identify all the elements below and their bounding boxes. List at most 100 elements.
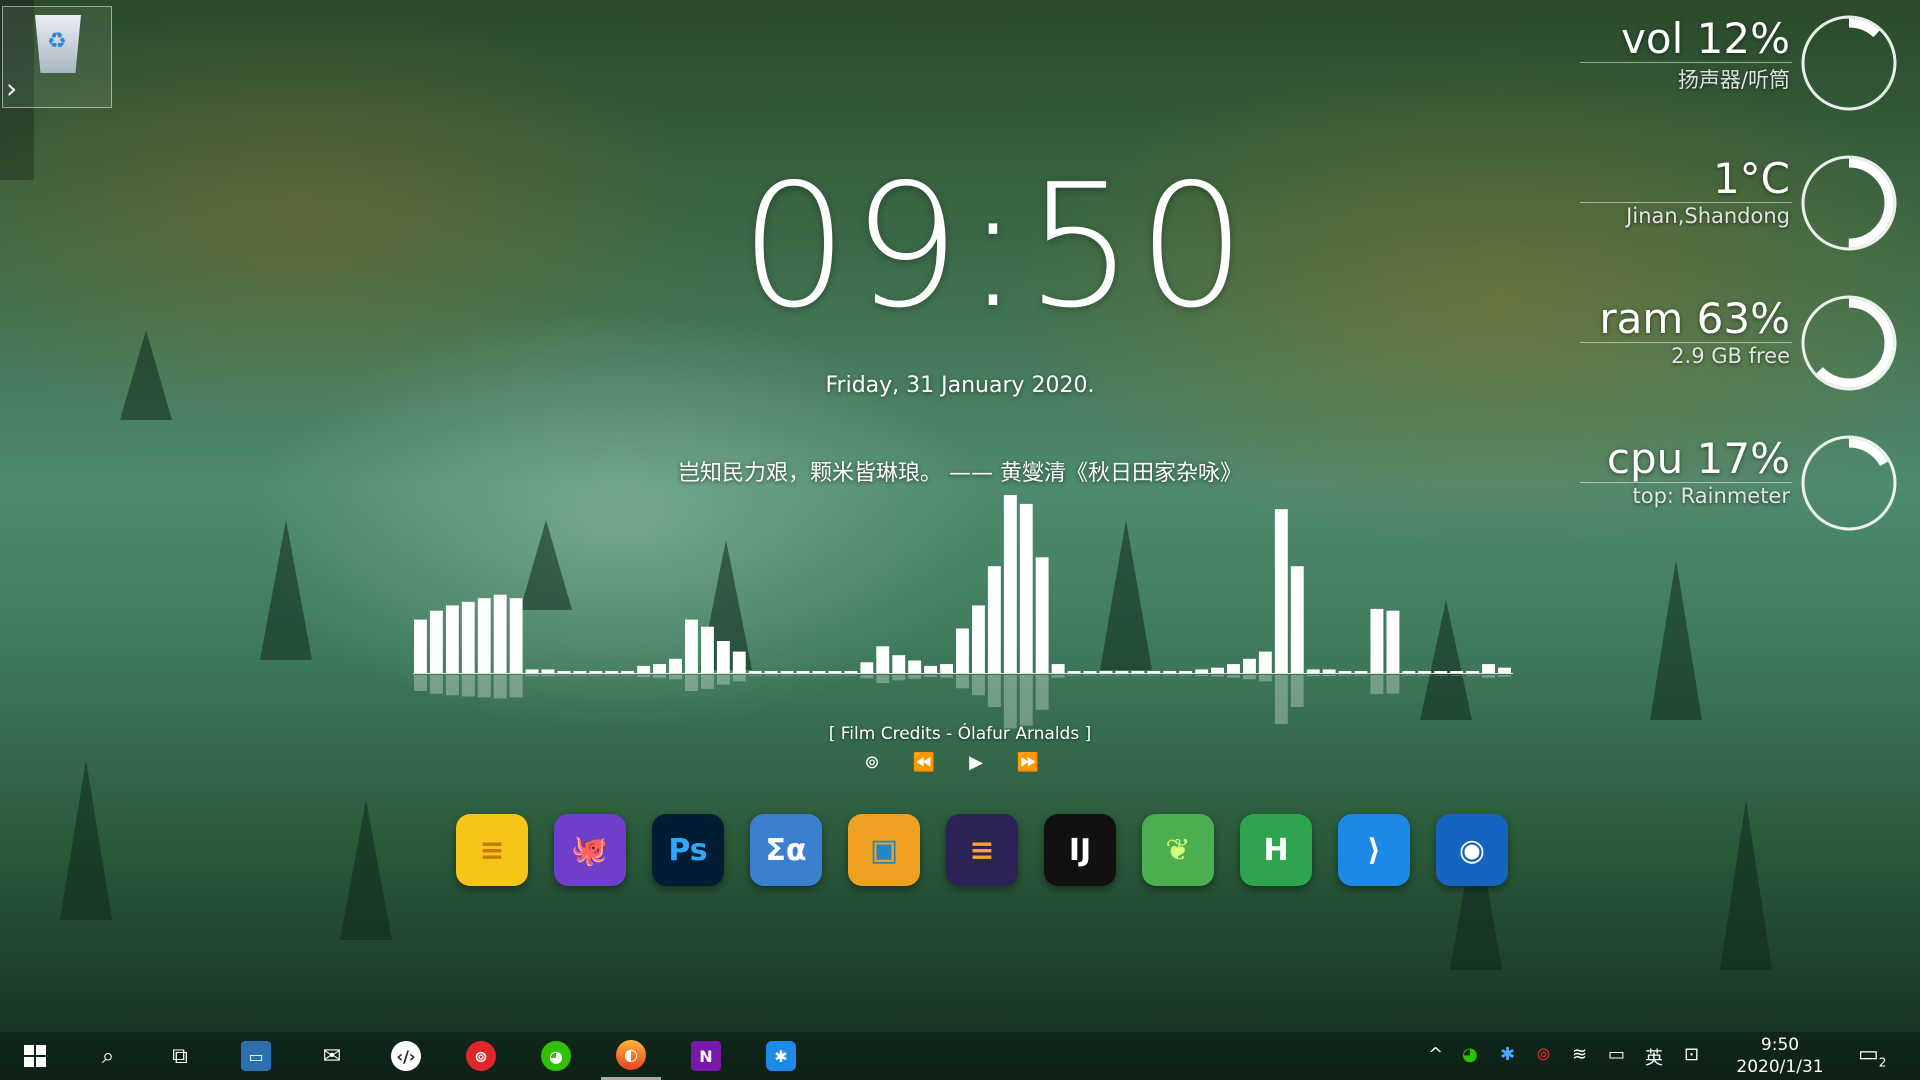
spectrum-bar <box>1051 664 1065 673</box>
wifi-icon[interactable]: ≋ <box>1572 1044 1587 1065</box>
spectrum-bar-reflection <box>1498 675 1511 677</box>
search-icon[interactable]: ⌕ <box>78 1032 138 1080</box>
window-app-icon[interactable]: ▣ <box>848 814 920 886</box>
spectrum-bar-reflection <box>972 675 985 696</box>
mathtype-app-icon[interactable]: Σα <box>750 814 822 886</box>
spectrum-bar <box>1258 651 1272 673</box>
netease-music-icon[interactable]: ⊚ <box>860 752 884 773</box>
eye-app-icon[interactable]: ◉ <box>1436 814 1508 886</box>
github-desktop-app-icon[interactable]: 🐙 <box>554 814 626 886</box>
spectrum-bar-reflection <box>1434 675 1448 676</box>
spectrum-bar-reflection <box>445 675 459 696</box>
intellij-idea-app-glyph: IJ <box>1068 832 1092 868</box>
meter-ring <box>1801 15 1897 111</box>
this-pc-icon[interactable]: ▭ <box>226 1032 286 1080</box>
intellij-idea-app-icon[interactable]: IJ <box>1044 814 1116 886</box>
spectrum-bar <box>1482 664 1495 673</box>
spectrum-bar-reflection <box>1019 675 1033 726</box>
spectrum-bar-reflection <box>812 675 826 676</box>
code-editor-icon[interactable]: ‹/› <box>376 1032 436 1080</box>
eclipse-app-icon[interactable]: ≡ <box>946 814 1018 886</box>
spectrum-bar <box>972 605 985 673</box>
meter-cpu[interactable]: cpu 17% top: Rainmeter <box>1580 428 1910 538</box>
star-app-icon[interactable]: ✱ <box>751 1032 811 1080</box>
mail-icon[interactable]: ✉ <box>302 1032 362 1080</box>
clock-date: Friday, 31 January 2020. <box>825 373 1095 398</box>
spectrum-bar-reflection <box>557 675 571 676</box>
spectrum-bar-reflection <box>477 675 491 698</box>
spectrum-bar-reflection <box>1338 675 1352 676</box>
onenote-icon[interactable]: N <box>676 1032 736 1080</box>
vscode-app-icon[interactable]: ⟩ <box>1338 814 1410 886</box>
netease-tray-icon[interactable]: ⊚ <box>1536 1044 1551 1065</box>
spectrum-bar-reflection <box>1051 675 1065 678</box>
spectrum-bar <box>429 610 443 673</box>
spectrum-bar-reflection <box>461 675 475 697</box>
spectrum-bar <box>653 664 666 673</box>
spectrum-bar-reflection <box>1306 675 1320 677</box>
spectrum-bar-reflection <box>860 675 874 679</box>
spectrum-bar-reflection <box>1243 675 1256 680</box>
next-icon[interactable]: ⏩ <box>1016 752 1040 773</box>
spectrum-bar-reflection <box>1354 675 1368 676</box>
spectrum-bar-reflection <box>1274 675 1288 725</box>
task-view-icon[interactable]: ⧉ <box>150 1032 210 1080</box>
meter-ram[interactable]: ram 63% 2.9 GB free <box>1580 288 1910 398</box>
netease-music-taskbar-icon[interactable]: ⊚ <box>451 1032 511 1080</box>
meter-ring-outline <box>1801 15 1897 111</box>
meter-ring-fill <box>1804 158 1894 248</box>
spectrum-bar <box>701 626 714 673</box>
spectrum-bar-reflection <box>605 675 619 676</box>
meter-divider <box>1580 482 1792 483</box>
taskbar-clock[interactable]: 9:50 2020/1/31 <box>1730 1034 1830 1078</box>
meter-vol[interactable]: vol 12% 扬声器/听筒 <box>1580 8 1910 118</box>
notification-center-icon[interactable]: ▭2 <box>1858 1042 1886 1069</box>
app-tray-icon[interactable]: ✱ <box>1500 1044 1515 1065</box>
input-method-icon[interactable]: ⊡ <box>1684 1044 1699 1065</box>
photoshop-app-glyph: Ps <box>668 832 708 868</box>
spectrum-bar-reflection <box>876 675 890 683</box>
meter-ring-outline <box>1801 155 1897 251</box>
chevron-up-icon[interactable]: ^ <box>1428 1044 1443 1065</box>
spectrum-bar-reflection <box>844 675 858 676</box>
meter-ram-label: 2.9 GB free <box>1671 344 1790 368</box>
spectrum-bar-reflection <box>716 675 730 685</box>
meter-weather-label: Jinan,Shandong <box>1626 204 1790 228</box>
photoshop-app-icon[interactable]: Ps <box>652 814 724 886</box>
play-icon[interactable]: ▶ <box>964 752 988 773</box>
spectrum-bar-reflection <box>732 675 746 682</box>
recycle-bin-icon <box>35 15 81 73</box>
recycle-bin[interactable] <box>2 6 112 108</box>
spectrum-bar-reflection <box>1083 675 1097 676</box>
spectrum-bar <box>956 628 969 673</box>
spectrum-bar <box>461 601 475 673</box>
wechat-tray-icon[interactable]: ◕ <box>1462 1044 1478 1065</box>
spectrum-bar <box>414 619 427 673</box>
ime-indicator[interactable]: 英 <box>1645 1044 1663 1070</box>
spectrum-bar-reflection <box>1211 675 1224 677</box>
spectrum-bar <box>716 641 730 673</box>
meter-ring <box>1801 435 1897 531</box>
notes-app-icon[interactable]: ≡ <box>456 814 528 886</box>
meter-cpu-label: top: Rainmeter <box>1632 484 1790 508</box>
battery-icon[interactable]: ▭ <box>1608 1044 1625 1065</box>
spectrum-bar <box>1370 608 1384 673</box>
spectrum-bar-reflection <box>1003 675 1017 729</box>
spectrum-bar-reflection <box>701 675 714 689</box>
spectrum-bar-reflection <box>1290 675 1304 707</box>
spectrum-bar <box>1386 610 1400 673</box>
spectrum-bar-reflection <box>924 675 937 678</box>
leaf-app-icon[interactable]: ❦ <box>1142 814 1214 886</box>
meter-ring-fill <box>1804 298 1894 388</box>
firefox-icon[interactable]: ◐ <box>601 1032 661 1080</box>
meter-weather[interactable]: 1°C Jinan,Shandong <box>1580 148 1910 258</box>
spectrum-bar-reflection <box>1147 675 1161 676</box>
spectrum-bar-reflection <box>940 675 953 678</box>
previous-icon[interactable]: ⏪ <box>912 752 936 773</box>
chevron-right-icon[interactable]: › <box>6 72 17 105</box>
windows-start-icon[interactable] <box>5 1032 65 1080</box>
spectrum-bar <box>940 664 953 673</box>
wechat-icon[interactable]: ◕ <box>526 1032 586 1080</box>
hbuilder-app-icon[interactable]: H <box>1240 814 1312 886</box>
window-app-glyph: ▣ <box>869 832 899 868</box>
